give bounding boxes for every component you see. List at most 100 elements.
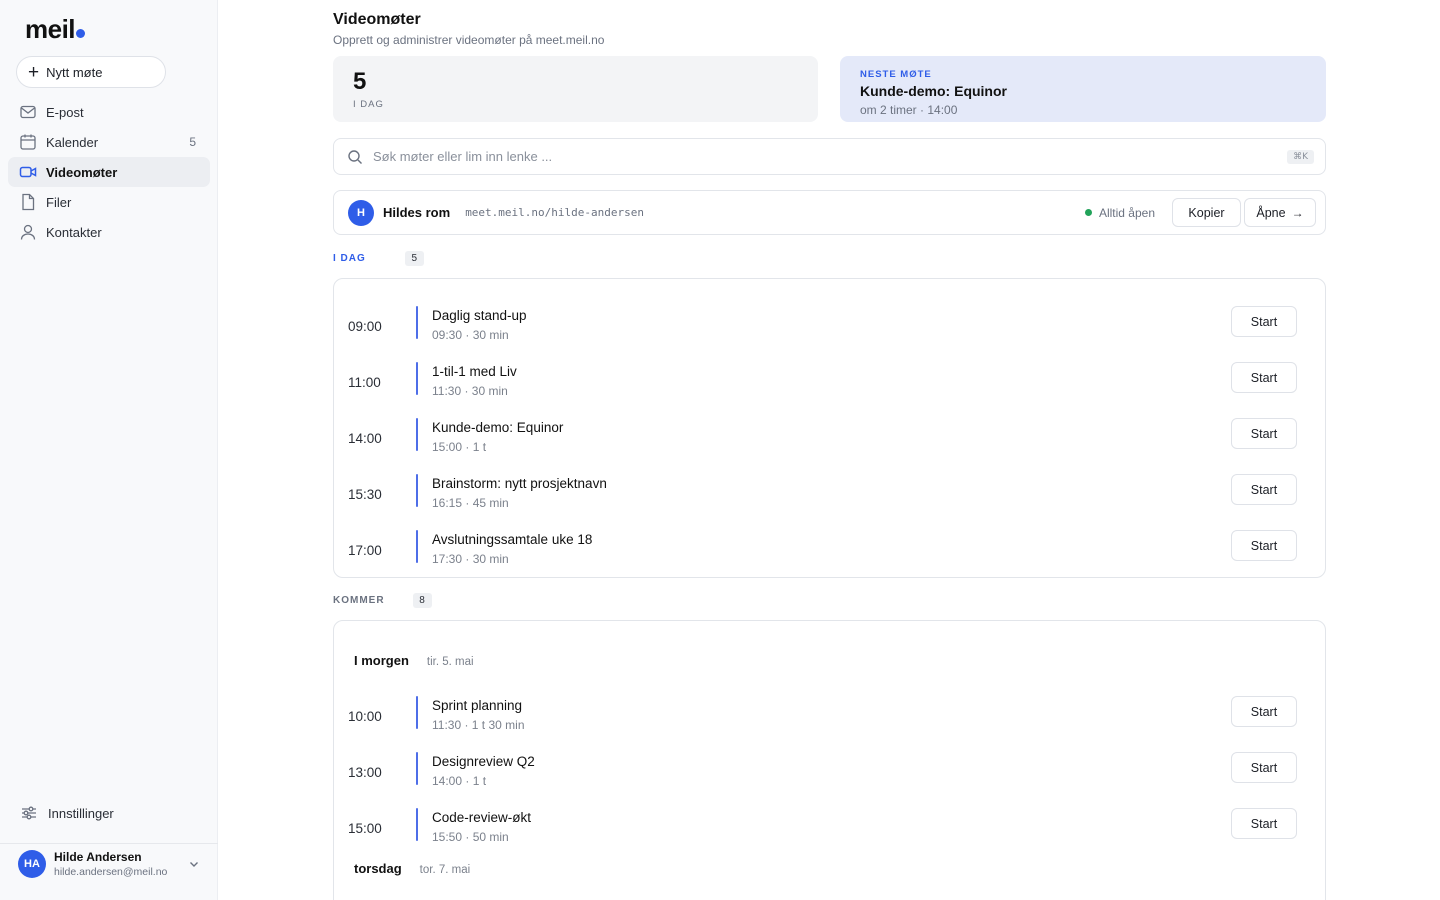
user-icon: [20, 224, 36, 240]
page-subtitle: Opprett og administrer videomøter på mee…: [333, 33, 605, 47]
meeting-accent-bar: [416, 808, 418, 841]
logo-dot: [76, 29, 86, 38]
meeting-accent-bar: [416, 752, 418, 785]
meeting-accent-bar: [416, 306, 418, 339]
start-meeting-button[interactable]: Start: [1231, 808, 1297, 839]
file-icon: [22, 193, 35, 211]
meeting-time: 14:00: [348, 431, 382, 446]
today-count: 5: [353, 68, 367, 95]
sidebar-item-email[interactable]: E-post: [8, 97, 210, 127]
meeting-accent-bar: [416, 362, 418, 395]
search-icon: [348, 149, 362, 164]
start-meeting-button[interactable]: Start: [1231, 530, 1297, 561]
next-meeting-title: Kunde-demo: Equinor: [860, 83, 1007, 99]
user-name: Hilde Andersen: [54, 849, 142, 864]
start-meeting-button[interactable]: Start: [1231, 418, 1297, 449]
user-info: Hilde Andersen hilde.andersen@meil.no: [54, 850, 188, 879]
new-meeting-button[interactable]: + Nytt møte: [16, 56, 166, 88]
meeting-row: 10:00 Sprint planning 11:30 · 1 t 30 min…: [334, 694, 1327, 750]
meeting-row: 17:00 Avslutningssamtale uke 18 17:30 · …: [334, 528, 1327, 584]
next-meeting-time: om 2 timer · 14:00: [860, 103, 958, 117]
start-meeting-button[interactable]: Start: [1231, 306, 1297, 337]
meeting-accent-bar: [416, 530, 418, 563]
meeting-meta: 09:30 · 30 min: [432, 328, 509, 342]
day-header: I morgen tir. 5. mai: [354, 653, 474, 668]
day-name: torsdag: [354, 861, 402, 876]
today-section-header: I DAG 5: [333, 251, 424, 266]
personal-room: H Hildes rom meet.meil.no/hilde-andersen…: [333, 190, 1326, 235]
meeting-time: 15:00: [348, 821, 382, 836]
meeting-meta: 16:15 · 45 min: [432, 496, 509, 510]
plus-icon: +: [28, 61, 40, 83]
meeting-accent-bar: [416, 418, 418, 451]
meeting-time: 15:30: [348, 487, 382, 502]
room-avatar: H: [348, 199, 374, 226]
meeting-title: 1-til-1 med Liv: [432, 364, 517, 379]
meeting-row: 15:30 Brainstorm: nytt prosjektnavn 16:1…: [334, 472, 1327, 528]
open-room-label: Åpne: [1256, 205, 1286, 220]
meeting-title: Daglig stand-up: [432, 308, 527, 323]
sidebar-item-label: Kalender: [46, 134, 99, 150]
sidebar-item-label: E-post: [46, 104, 84, 120]
section-label: KOMMER: [333, 595, 385, 606]
settings-label: Innstillinger: [48, 805, 114, 821]
today-stat-card: 5 I DAG: [333, 56, 818, 122]
settings-link[interactable]: Innstillinger: [20, 804, 114, 822]
day-date: tor. 7. mai: [419, 864, 471, 876]
status-dot-icon: [1084, 209, 1092, 216]
meeting-title: Sprint planning: [432, 698, 523, 713]
meeting-title: Avslutningssamtale uke 18: [432, 532, 593, 547]
meeting-meta: 11:30 · 30 min: [432, 384, 508, 398]
search-placeholder: Søk møter eller lim inn lenke ...: [373, 149, 553, 164]
meeting-time: 17:00: [348, 543, 382, 558]
today-meetings-card: 09:00 Daglig stand-up 09:30 · 30 min Sta…: [333, 278, 1326, 578]
upcoming-meetings-card: I morgen tir. 5. mai 10:00 Sprint planni…: [333, 620, 1326, 900]
open-room-button[interactable]: Åpne →: [1244, 198, 1316, 227]
sidebar-item-label: Filer: [46, 194, 72, 210]
meeting-meta: 11:30 · 1 t 30 min: [432, 718, 525, 732]
meeting-title: Designreview Q2: [432, 754, 535, 769]
section-count: 5: [404, 251, 424, 266]
user-menu[interactable]: HA Hilde Andersen hilde.andersen@meil.no: [18, 849, 200, 879]
sidebar-item-label: Kontakter: [46, 224, 102, 240]
meeting-accent-bar: [416, 696, 418, 729]
next-meeting-card[interactable]: NESTE MØTE Kunde-demo: Equinor om 2 time…: [840, 56, 1326, 122]
sidebar-item-files[interactable]: Filer: [8, 187, 210, 217]
day-name: I morgen: [354, 653, 409, 668]
search-input[interactable]: Søk møter eller lim inn lenke ... ⌘K: [333, 138, 1326, 175]
meeting-time: 09:00: [348, 319, 382, 334]
meeting-meta: 17:30 · 30 min: [432, 552, 509, 566]
start-meeting-button[interactable]: Start: [1231, 474, 1297, 505]
logo[interactable]: meil: [25, 14, 86, 45]
meeting-row: 09:00 Daglig stand-up 09:30 · 30 min Sta…: [334, 304, 1327, 360]
copy-link-button[interactable]: Kopier: [1172, 198, 1241, 227]
start-meeting-button[interactable]: Start: [1231, 362, 1297, 393]
mail-icon: [20, 105, 36, 119]
next-meeting-kicker: NESTE MØTE: [860, 69, 932, 80]
user-email: hilde.andersen@meil.no: [54, 865, 168, 878]
sliders-icon: [22, 806, 36, 820]
meeting-time: 11:00: [348, 375, 381, 390]
meeting-time: 10:00: [348, 709, 382, 724]
day-header: torsdag tor. 7. mai: [354, 861, 470, 876]
meeting-row: 15:00 Code-review-økt 15:50 · 50 min Sta…: [334, 806, 1327, 862]
main-nav: E-post Kalender 5 Videomøter Filer Konta…: [8, 97, 210, 247]
sidebar-item-contacts[interactable]: Kontakter: [8, 217, 210, 247]
section-count: 8: [412, 593, 432, 608]
upcoming-section-header: KOMMER 8: [333, 593, 432, 608]
start-meeting-button[interactable]: Start: [1231, 752, 1297, 783]
today-label: I DAG: [353, 99, 384, 110]
logo-text: meil: [25, 14, 76, 44]
chevron-down-icon: [190, 862, 198, 867]
arrow-right-icon: →: [1291, 205, 1304, 220]
video-icon: [19, 166, 37, 178]
meeting-row: 11:00 1-til-1 med Liv 11:30 · 30 min Sta…: [334, 360, 1327, 416]
divider: [0, 843, 218, 844]
sidebar-item-calendar[interactable]: Kalender 5: [8, 127, 210, 157]
avatar: HA: [18, 850, 46, 878]
sidebar-item-video-meetings[interactable]: Videomøter: [8, 157, 210, 187]
sidebar-item-count: 5: [189, 135, 196, 149]
sidebar: meil + Nytt møte E-post Kalender 5 Video…: [0, 0, 218, 900]
meeting-row: 13:00 Designreview Q2 14:00 · 1 t Start: [334, 750, 1327, 806]
start-meeting-button[interactable]: Start: [1231, 696, 1297, 727]
